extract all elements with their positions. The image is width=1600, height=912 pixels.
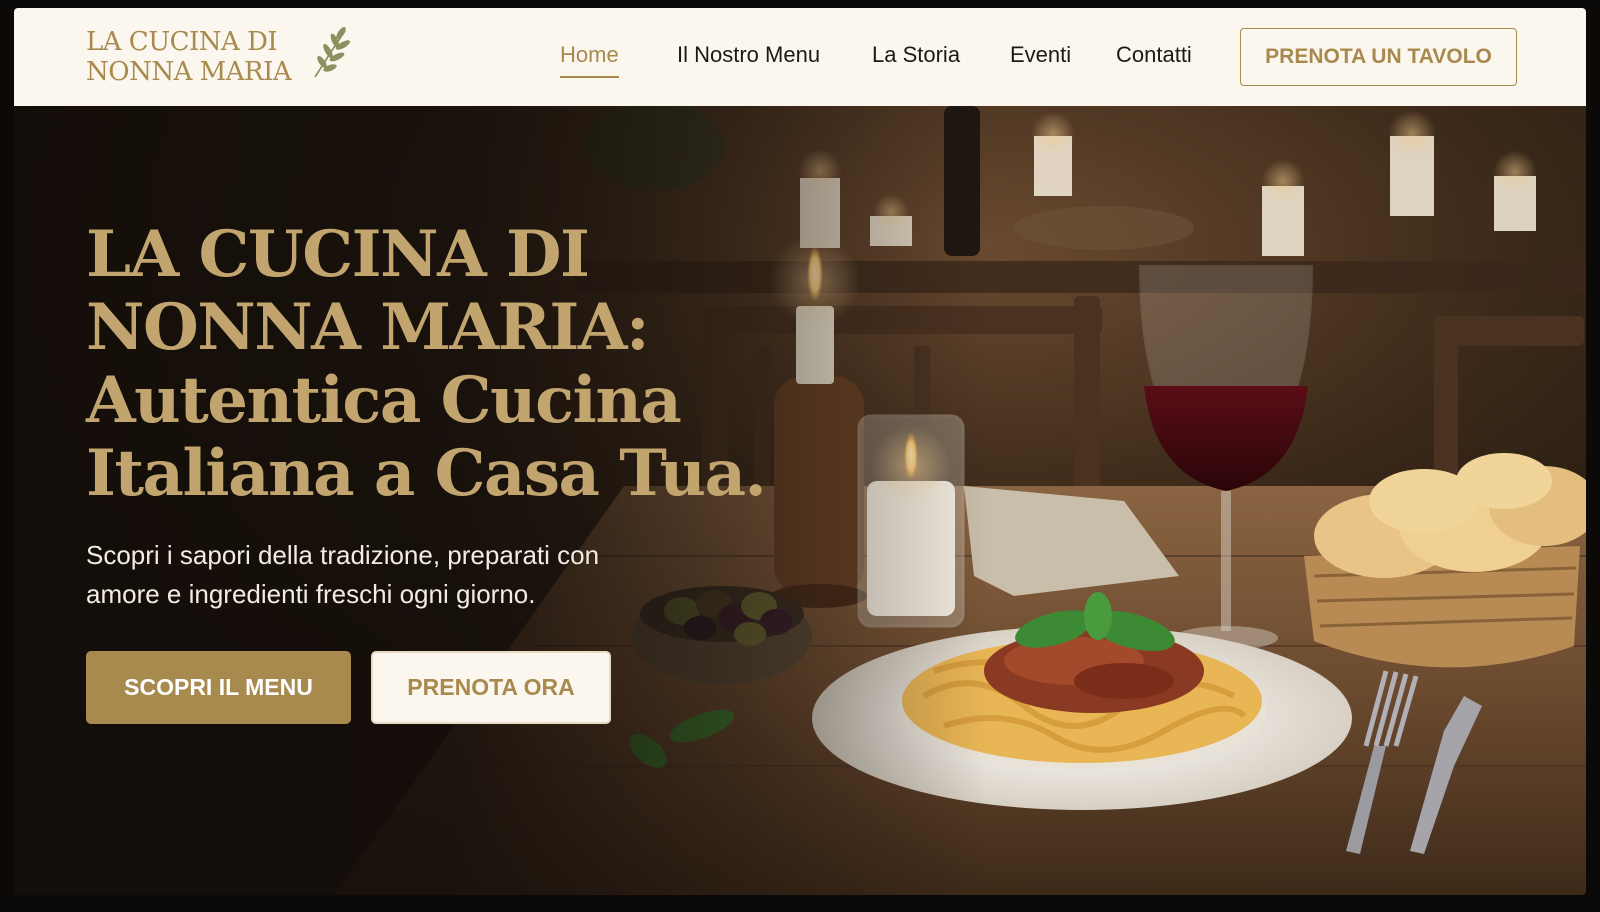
hero-subheading-line: Scopri i sapori della tradizione, prepar…	[86, 540, 600, 570]
nav-item-storia[interactable]: La Storia	[872, 42, 960, 68]
hero-section: LA CUCINA DI NONNA MARIA: Autentica Cuci…	[14, 106, 1586, 895]
nav-item-eventi[interactable]: Eventi	[1010, 42, 1071, 68]
hero-headline-line: Autentica Cucina	[86, 363, 682, 438]
discover-menu-button[interactable]: SCOPRI IL MENU	[86, 651, 351, 724]
nav-item-home[interactable]: Home	[560, 42, 619, 78]
book-table-button[interactable]: PRENOTA UN TAVOLO	[1240, 28, 1517, 86]
hero-headline-line: NONNA MARIA:	[86, 290, 650, 365]
nav-item-contatti[interactable]: Contatti	[1116, 42, 1192, 68]
site-header: LA CUCINA DI NONNA MARIA Home Il Nostro …	[14, 8, 1586, 106]
nav-item-menu[interactable]: Il Nostro Menu	[677, 42, 820, 68]
book-now-button[interactable]: PRENOTA ORA	[371, 651, 611, 724]
hero-subheading: Scopri i sapori della tradizione, prepar…	[86, 536, 726, 614]
browser-viewport: LA CUCINA DI NONNA MARIA Home Il Nostro …	[14, 8, 1586, 895]
hero-headline-line: Italiana a Casa Tua.	[86, 436, 767, 511]
hero-subheading-line: amore e ingredienti freschi ogni giorno.	[86, 579, 536, 609]
hero-headline: LA CUCINA DI NONNA MARIA: Autentica Cuci…	[86, 217, 767, 511]
hero-headline-line: LA CUCINA DI	[86, 217, 590, 292]
